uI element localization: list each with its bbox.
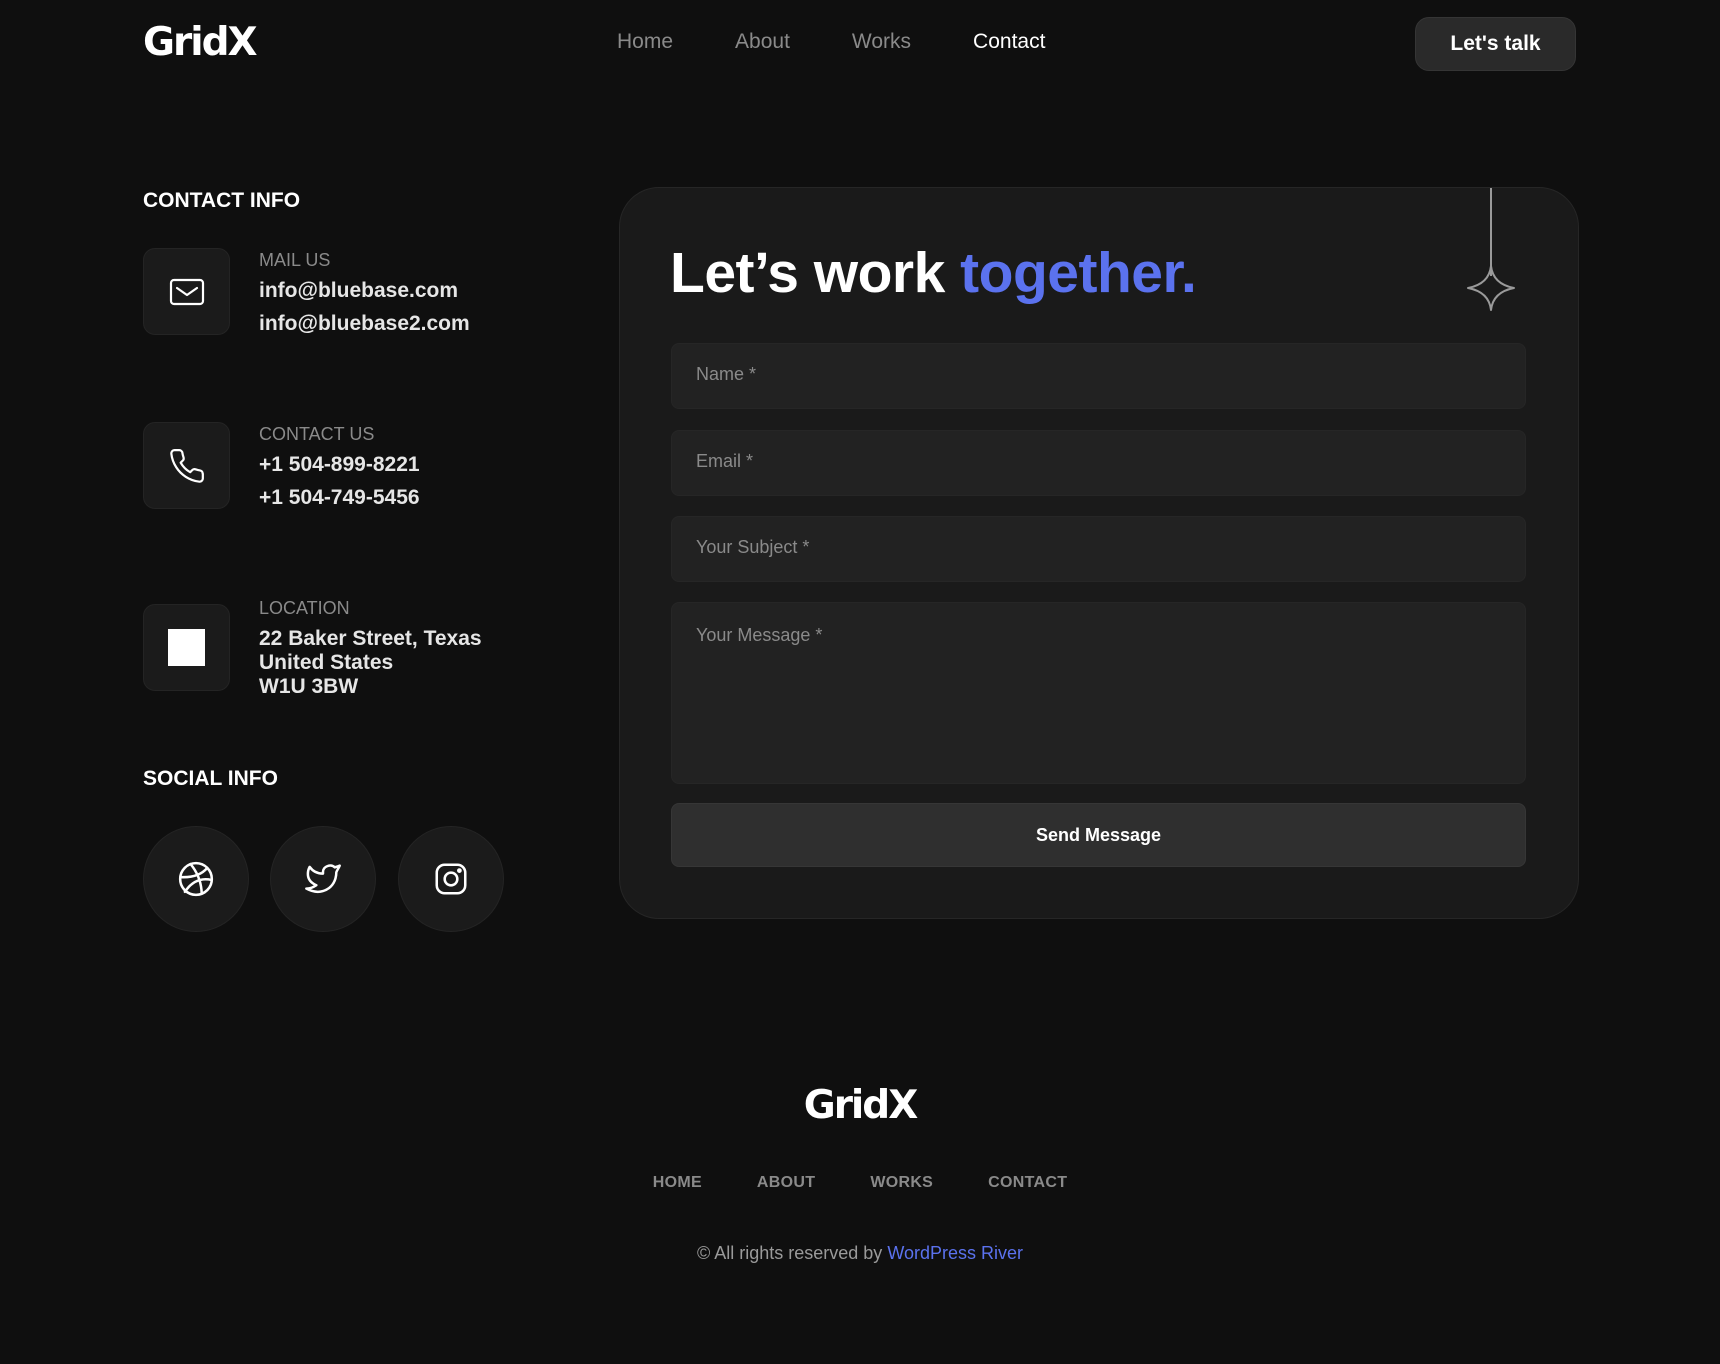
contact-form-card: Let’s work together. Name * Email * Your… xyxy=(619,187,1579,919)
copyright-link[interactable]: WordPress River xyxy=(887,1243,1023,1263)
instagram-button[interactable] xyxy=(398,826,504,932)
phone-icon-box xyxy=(143,422,230,509)
message-field[interactable]: Your Message * xyxy=(671,602,1526,784)
phone-label: CONTACT US xyxy=(259,424,375,444)
footer-nav-about[interactable]: ABOUT xyxy=(757,1174,815,1192)
phone-value-2[interactable]: +1 504-749-5456 xyxy=(259,486,420,510)
mail-value-2[interactable]: info@bluebase2.com xyxy=(259,312,470,336)
phone-icon xyxy=(169,448,204,483)
dribbble-button[interactable] xyxy=(143,826,249,932)
social-info-title: SOCIAL INFO xyxy=(143,767,278,790)
location-label: LOCATION xyxy=(259,598,350,618)
email-field[interactable]: Email * xyxy=(671,430,1526,496)
nav-contact[interactable]: Contact xyxy=(973,30,1045,54)
mail-value-1[interactable]: info@bluebase.com xyxy=(259,279,458,303)
nav-home[interactable]: Home xyxy=(617,30,673,54)
contact-info-title: CONTACT INFO xyxy=(143,189,301,212)
location-line-1: 22 Baker Street, Texas xyxy=(259,627,482,650)
copyright: © All rights reserved by WordPress River xyxy=(0,1243,1720,1264)
form-title-accent: together. xyxy=(960,241,1197,305)
twitter-icon xyxy=(305,864,341,894)
location-address: 22 Baker Street, Texas United States W1U… xyxy=(259,627,482,699)
location-icon-box xyxy=(143,604,230,691)
location-line-2: United States xyxy=(259,651,394,674)
location-line-3: W1U 3BW xyxy=(259,675,359,698)
main-nav: Home About Works Contact xyxy=(617,30,1045,54)
lets-talk-button[interactable]: Let's talk xyxy=(1415,17,1576,71)
location-icon xyxy=(168,629,205,666)
name-field[interactable]: Name * xyxy=(671,343,1526,409)
header-logo[interactable]: GridX xyxy=(143,20,258,65)
nav-works[interactable]: Works xyxy=(852,30,911,54)
site-header: GridX Home About Works Contact Let's tal… xyxy=(0,0,1720,90)
subject-field[interactable]: Your Subject * xyxy=(671,516,1526,582)
form-title: Let’s work together. xyxy=(670,240,1197,306)
mail-icon-box xyxy=(143,248,230,335)
footer-nav-home[interactable]: HOME xyxy=(653,1174,702,1192)
form-title-main: Let’s work xyxy=(670,241,961,305)
footer-logo-wrap: GridX xyxy=(0,1083,1720,1128)
footer-nav-works[interactable]: WORKS xyxy=(870,1174,933,1192)
send-message-button[interactable]: Send Message xyxy=(671,803,1526,867)
dribbble-icon xyxy=(178,861,214,897)
phone-value-1[interactable]: +1 504-899-8221 xyxy=(259,453,420,477)
mail-icon xyxy=(169,278,204,305)
instagram-icon xyxy=(435,863,467,895)
mail-label: MAIL US xyxy=(259,250,331,270)
copyright-text: © All rights reserved by xyxy=(696,1243,888,1263)
sparkle-icon xyxy=(1467,188,1515,311)
twitter-button[interactable] xyxy=(270,826,376,932)
footer-nav: HOME ABOUT WORKS CONTACT xyxy=(0,1174,1720,1192)
nav-about[interactable]: About xyxy=(735,30,790,54)
footer-logo[interactable]: GridX xyxy=(804,1083,919,1128)
footer-nav-contact[interactable]: CONTACT xyxy=(988,1174,1067,1192)
